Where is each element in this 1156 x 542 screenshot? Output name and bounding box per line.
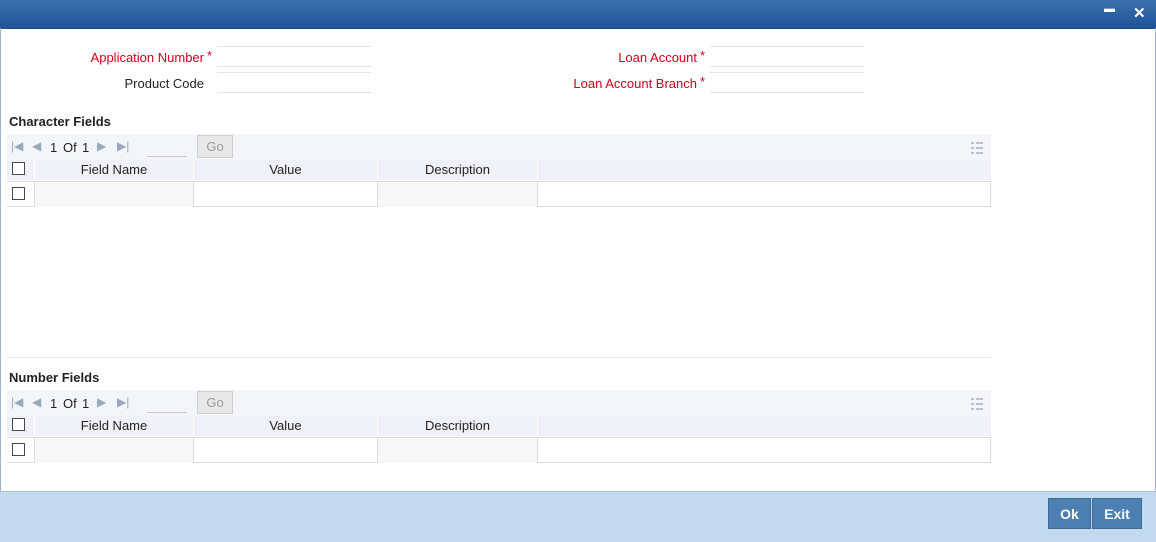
page-total: 1 (82, 140, 90, 155)
table-row (7, 181, 991, 207)
character-fields-header: Field Name Value Description (7, 160, 991, 180)
last-page-icon[interactable]: ▶| (117, 139, 129, 153)
application-number-input[interactable] (217, 46, 371, 67)
prev-page-icon[interactable]: ◀ (32, 139, 41, 153)
next-page-icon[interactable]: ▶ (97, 139, 106, 153)
first-page-icon[interactable]: |◀ (11, 139, 23, 153)
value-cell[interactable] (194, 438, 378, 463)
application-number-label: Application Number (90, 50, 204, 65)
loan-account-branch-label: Loan Account Branch (573, 76, 697, 91)
go-button[interactable]: Go (197, 135, 233, 158)
minimize-icon[interactable]: ▬ (1104, 3, 1115, 15)
description-cell[interactable] (378, 438, 538, 463)
ok-button[interactable]: Ok (1048, 498, 1091, 529)
required-marker: * (700, 48, 706, 63)
section-divider (7, 357, 991, 358)
columns-menu-icon[interactable] (971, 398, 983, 410)
page-number-input[interactable] (147, 393, 187, 413)
number-fields-header: Field Name Value Description (7, 416, 991, 436)
page-of-label: Of (63, 140, 77, 155)
number-fields-title: Number Fields (9, 370, 100, 385)
column-header-value[interactable]: Value (194, 160, 378, 180)
column-header-description[interactable]: Description (378, 160, 538, 180)
page-number-input[interactable] (147, 137, 187, 157)
select-all-checkbox[interactable] (12, 162, 25, 175)
product-code-input[interactable] (217, 72, 371, 93)
prev-page-icon[interactable]: ◀ (32, 395, 41, 409)
go-button[interactable]: Go (197, 391, 233, 414)
description-cell[interactable] (378, 182, 538, 207)
number-fields-pager: |◀ ◀ 1 Of 1 ▶ ▶| Go (7, 390, 991, 416)
last-page-icon[interactable]: ▶| (117, 395, 129, 409)
required-marker: * (700, 74, 706, 89)
row-checkbox[interactable] (12, 187, 25, 200)
close-icon[interactable]: ✕ (1133, 4, 1146, 22)
page-current: 1 (50, 396, 58, 411)
character-fields-grid: |◀ ◀ 1 Of 1 ▶ ▶| Go Field Name Value Des… (7, 134, 991, 356)
character-fields-pager: |◀ ◀ 1 Of 1 ▶ ▶| Go (7, 134, 991, 160)
table-row (7, 437, 991, 463)
window-titlebar: ▬ ✕ (0, 0, 1156, 29)
page-of-label: Of (63, 396, 77, 411)
required-marker: * (207, 48, 213, 63)
first-page-icon[interactable]: |◀ (11, 395, 23, 409)
page-current: 1 (50, 140, 58, 155)
page-total: 1 (82, 396, 90, 411)
loan-account-label: Loan Account (618, 50, 697, 65)
exit-button[interactable]: Exit (1092, 498, 1142, 529)
field-name-cell[interactable] (35, 182, 194, 207)
dialog-footer: Ok Exit (0, 491, 1156, 542)
number-fields-grid: |◀ ◀ 1 Of 1 ▶ ▶| Go Field Name Value Des… (7, 390, 991, 470)
field-name-cell[interactable] (35, 438, 194, 463)
next-page-icon[interactable]: ▶ (97, 395, 106, 409)
value-cell[interactable] (194, 182, 378, 207)
row-checkbox[interactable] (12, 443, 25, 456)
select-all-checkbox[interactable] (12, 418, 25, 431)
loan-account-input[interactable] (710, 46, 864, 67)
column-header-field-name[interactable]: Field Name (35, 416, 194, 436)
column-header-field-name[interactable]: Field Name (35, 160, 194, 180)
columns-menu-icon[interactable] (971, 142, 983, 154)
column-header-description[interactable]: Description (378, 416, 538, 436)
product-code-label: Product Code (124, 76, 205, 91)
loan-account-branch-input[interactable] (710, 72, 864, 93)
character-fields-title: Character Fields (9, 114, 111, 129)
column-header-value[interactable]: Value (194, 416, 378, 436)
